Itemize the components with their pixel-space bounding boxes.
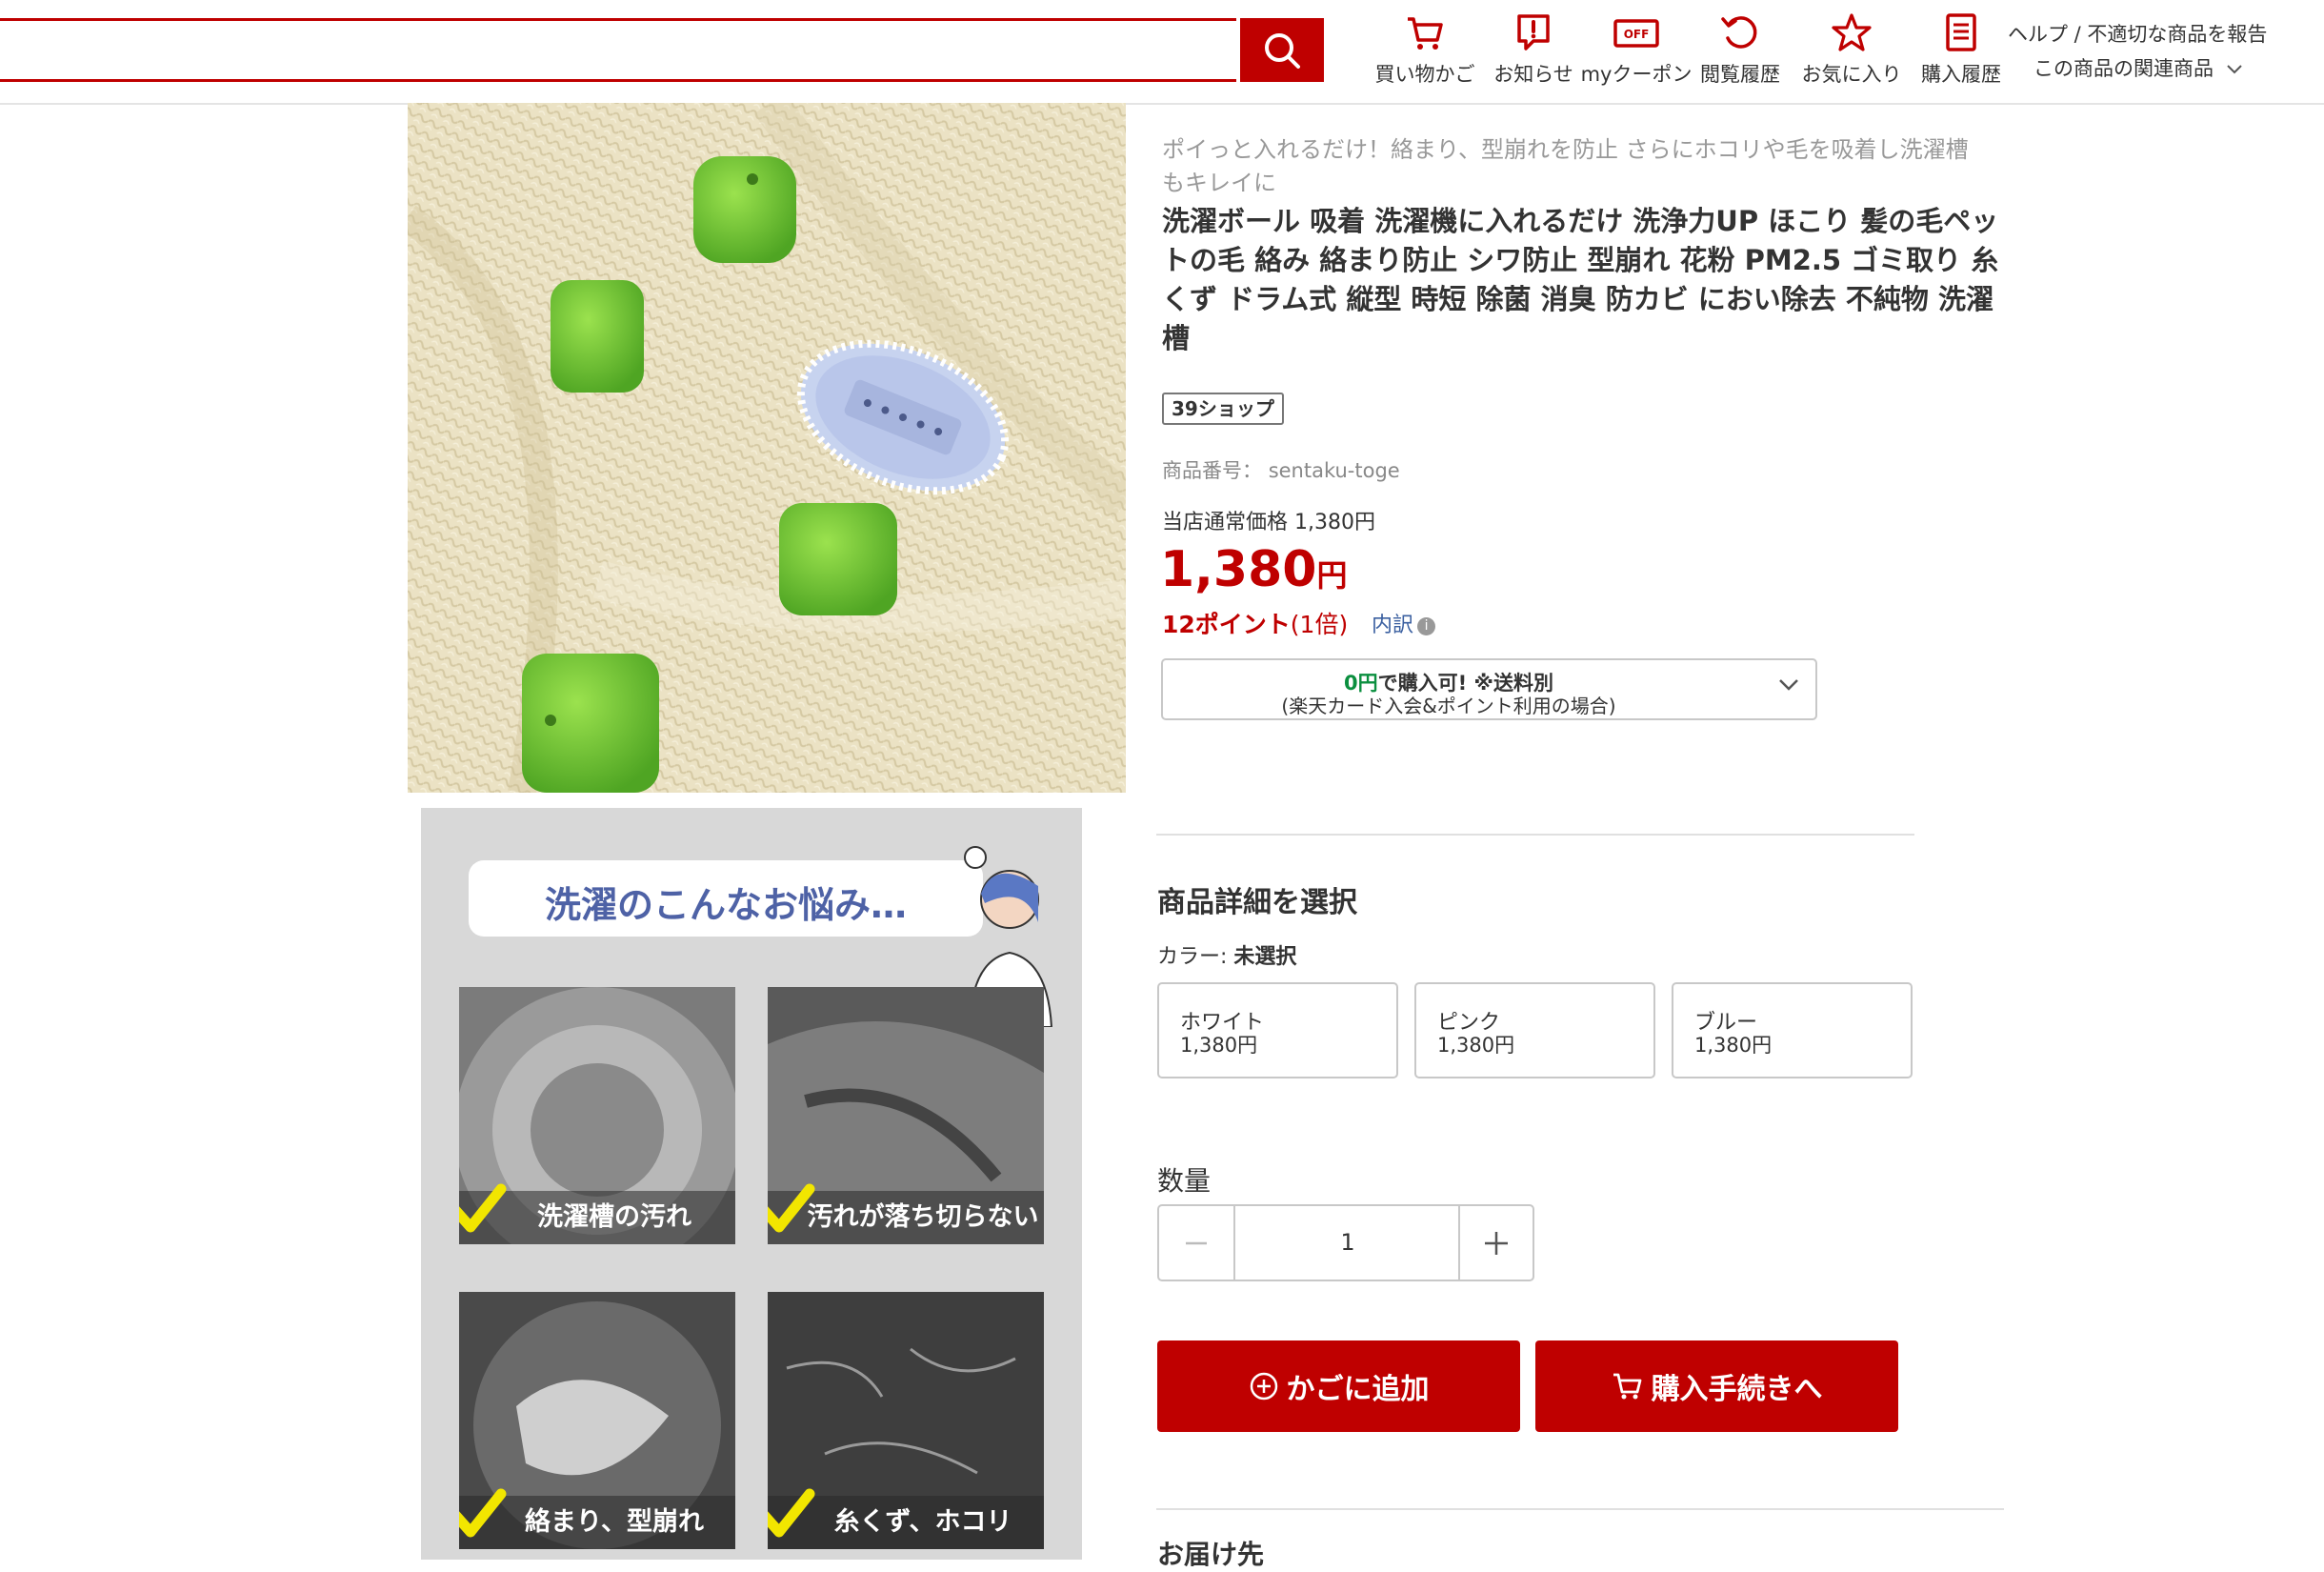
color-option-price: 1,380円 [1694, 1034, 1773, 1057]
top-header: 買い物かご お知らせ OFF myクーポン 閲覧履歴 お気に入り 購入履歴 ヘル… [0, 0, 2324, 105]
item-number-label: 商品番号： [1162, 459, 1262, 482]
product-photo [408, 103, 1126, 793]
nav-label: 閲覧履歴 [1700, 63, 1780, 86]
nav-label: 買い物かご [1374, 63, 1475, 86]
divider [1156, 1508, 2004, 1510]
nav-favorites[interactable]: お気に入り [1796, 11, 1907, 97]
check-icon [459, 1488, 507, 1538]
product-main-image[interactable] [408, 103, 1126, 793]
quantity-increase-button[interactable] [1458, 1206, 1533, 1280]
regular-price: 当店通常価格 1,380円 [1162, 511, 1375, 534]
item-number: 商品番号： sentaku-toge [1162, 455, 1400, 484]
concern-cell-lint: 糸くず、ホコリ [768, 1292, 1044, 1549]
nav-coupon[interactable]: OFF myクーポン [1580, 11, 1693, 97]
nav-cart[interactable]: 買い物かご [1368, 11, 1482, 97]
check-icon [768, 1183, 815, 1233]
concern-cell-stain: 汚れが落ち切らない [768, 987, 1044, 1244]
product-title: 洗濯ボール 吸着 洗濯機に入れるだけ 洗浄力UP ほこり 髪の毛ペットの毛 絡み… [1162, 205, 1999, 354]
quantity-stepper: 1 [1157, 1204, 1534, 1281]
checkout-button[interactable]: 購入手続きへ [1535, 1340, 1898, 1432]
color-option-blue[interactable]: ブルー 1,380円 [1672, 982, 1913, 1078]
related-products-link[interactable]: この商品の関連商品 [2034, 53, 2243, 82]
star-icon [1832, 13, 1872, 51]
cart-icon [1408, 17, 1443, 50]
delivery-heading: お届け先 [1157, 1539, 1265, 1570]
color-option-price: 1,380円 [1437, 1034, 1515, 1057]
info-icon: i [1417, 616, 1436, 635]
coupon-icon: OFF [1613, 19, 1659, 48]
check-icon [768, 1488, 815, 1538]
quantity-input[interactable]: 1 [1235, 1206, 1460, 1280]
concern-title: 洗濯のこんなお悩み… [544, 884, 907, 926]
add-to-cart-button[interactable]: かごに追加 [1157, 1340, 1520, 1432]
concern-cell-tangle: 絡まり、型崩れ [459, 1292, 735, 1549]
quantity-decrease-button[interactable] [1159, 1206, 1235, 1280]
quantity-label: 数量 [1157, 1165, 1212, 1197]
chevron-down-icon [1779, 679, 1798, 691]
nav-purchase-history[interactable]: 購入履歴 [1909, 11, 2013, 97]
divider [1156, 834, 1914, 836]
color-option-pink[interactable]: ピンク 1,380円 [1414, 982, 1655, 1078]
points-multiplier: (1倍) [1290, 611, 1349, 638]
breakdown-label: 内訳 [1372, 614, 1414, 637]
search-button[interactable] [1240, 18, 1324, 82]
concern-banner: 洗濯のこんなお悩み… [469, 860, 983, 937]
product-detail-image[interactable]: 洗濯のこんなお悩み… 洗濯槽の汚れ 汚れが落ち切らない 絡まり、型崩れ 糸くず、… [421, 808, 1082, 1560]
plus-circle-icon [1250, 1372, 1277, 1401]
price: 1,380円 [1160, 539, 1348, 606]
points-breakdown-link[interactable]: 内訳 i [1372, 608, 1436, 638]
points: 12ポイント(1倍) [1162, 606, 1348, 640]
color-selected-value: 未選択 [1233, 945, 1297, 969]
search-icon [1265, 32, 1300, 69]
color-option-price: 1,380円 [1180, 1034, 1258, 1057]
nav-label: お気に入り [1801, 63, 1902, 86]
points-value: 12ポイント [1162, 611, 1291, 638]
cart-icon [1613, 1373, 1641, 1400]
nav-label: myクーポン [1580, 63, 1693, 86]
history-icon [1721, 16, 1757, 49]
card-offer-dropdown[interactable]: 0円で購入可! ※送料別 (楽天カード入会&ポイント利用の場合) [1161, 658, 1817, 720]
add-to-cart-label: かごに追加 [1286, 1373, 1430, 1406]
plus-icon [1485, 1231, 1508, 1255]
coupon-icon-text: OFF [1624, 28, 1650, 41]
chevron-down-icon [2226, 65, 2242, 74]
color-label-text: カラー: [1157, 945, 1228, 969]
notice-icon [1517, 14, 1550, 50]
concern-cell-drum: 洗濯槽の汚れ [459, 987, 735, 1244]
shop-badge: 39ショップ [1162, 393, 1284, 425]
nav-label: 購入履歴 [1921, 63, 2001, 86]
help-link[interactable]: ヘルプ / 不適切な商品を報告 [2008, 19, 2267, 48]
color-label: カラー: 未選択 [1157, 939, 1296, 970]
catch-copy: ポイっと入れるだけ！絡まり、型崩れを防止 さらにホコリや毛を吸着し洗濯槽もキレイ… [1162, 136, 1969, 196]
select-heading: 商品詳細を選択 [1157, 886, 1357, 919]
related-products-label: この商品の関連商品 [2034, 57, 2214, 80]
nav-history[interactable]: 閲覧履歴 [1688, 11, 1793, 97]
card-offer-line2: (楽天カード入会&ポイント利用の場合) [1281, 695, 1616, 717]
nav-notice[interactable]: お知らせ [1481, 11, 1586, 97]
checkout-label: 購入手続きへ [1651, 1373, 1823, 1406]
nav-label: お知らせ [1493, 63, 1573, 86]
minus-icon [1186, 1241, 1207, 1244]
item-number-value: sentaku-toge [1268, 459, 1400, 482]
price-unit: 円 [1316, 557, 1348, 594]
color-option-white[interactable]: ホワイト 1,380円 [1157, 982, 1398, 1078]
check-icon [459, 1183, 507, 1233]
search-input[interactable] [0, 18, 1236, 82]
receipt-icon [1946, 13, 1976, 51]
price-value: 1,380 [1160, 541, 1317, 598]
